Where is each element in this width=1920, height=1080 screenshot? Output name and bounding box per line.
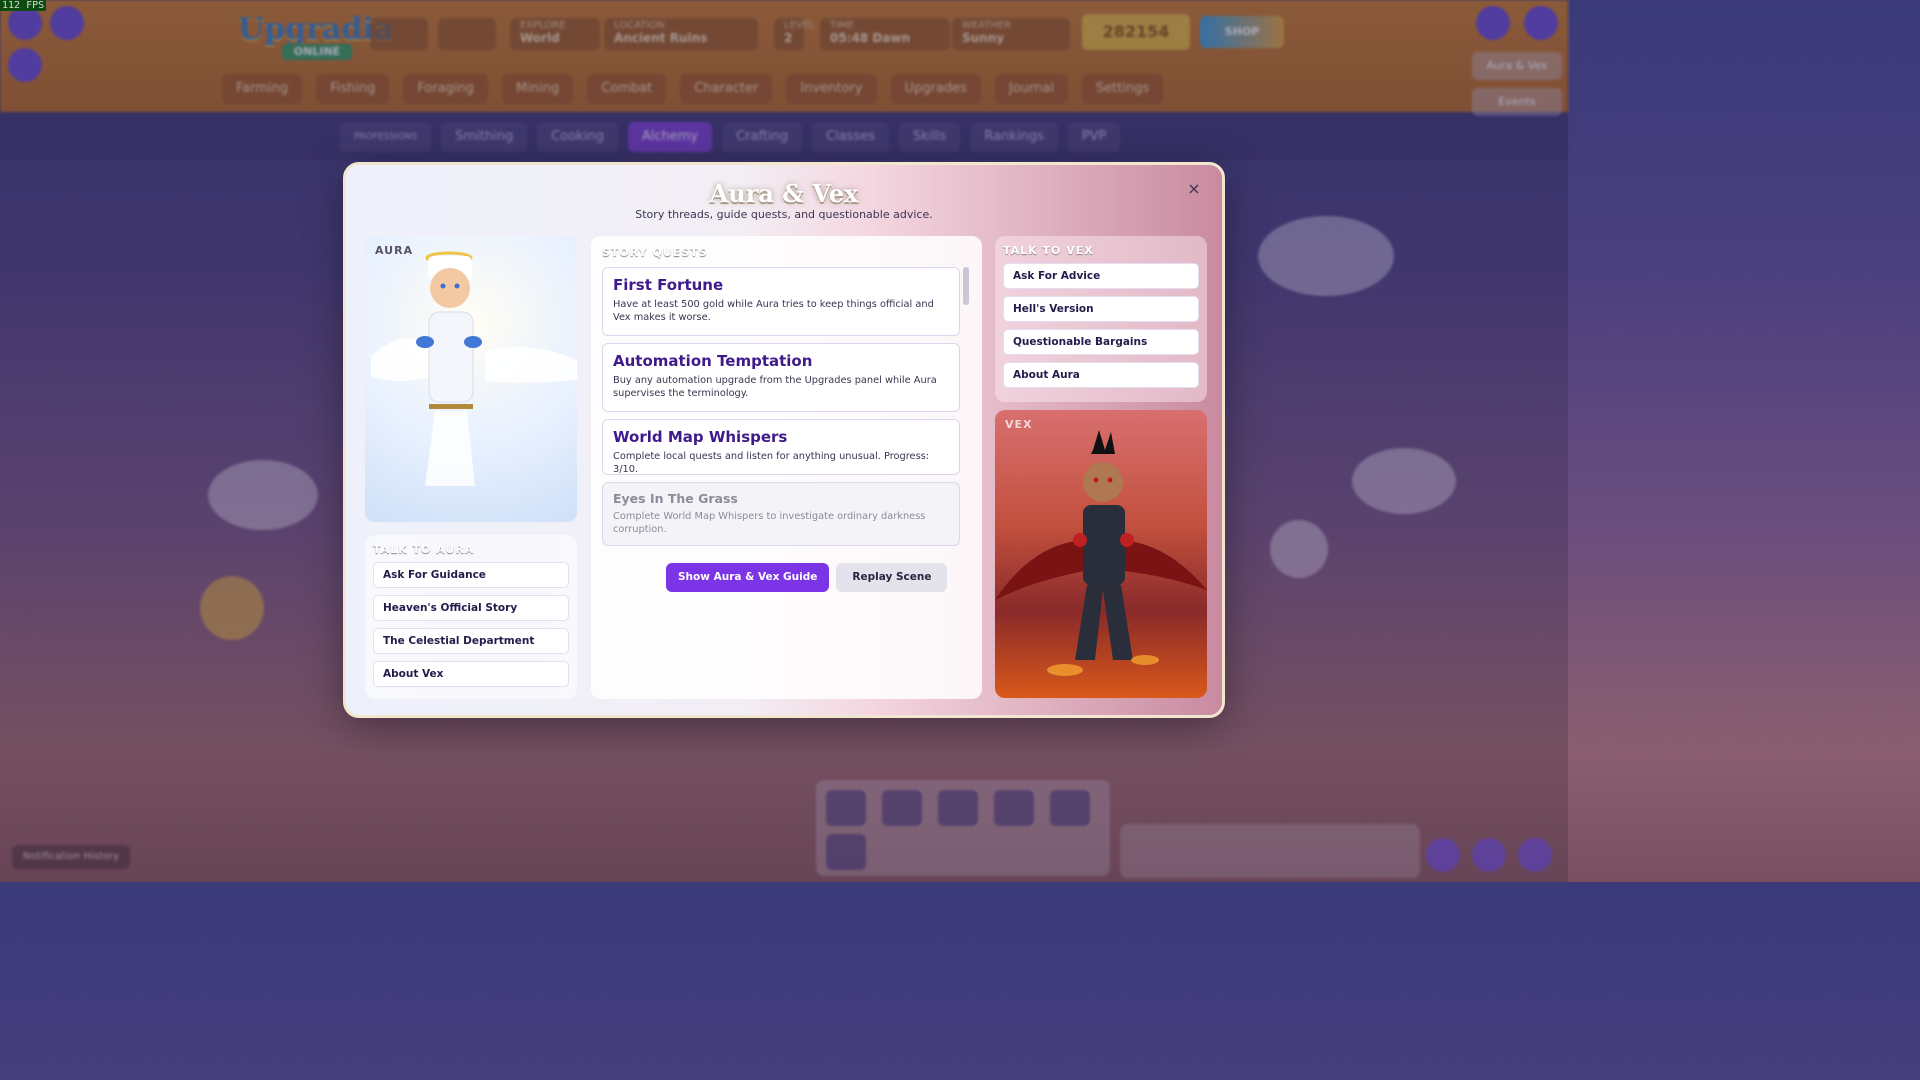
quest-description: Complete local quests and listen for any… xyxy=(613,451,930,475)
quest-card[interactable]: First Fortune Have at least 500 gold whi… xyxy=(602,267,960,336)
quest-card-locked: Eyes In The Grass Complete World Map Whi… xyxy=(602,482,960,546)
show-guide-button[interactable]: Show Aura & Vex Guide xyxy=(666,563,830,592)
vex-label: VEX xyxy=(1005,418,1033,431)
story-quests-panel: STORY QUESTS First Fortune Have at least… xyxy=(591,236,982,699)
ask-for-guidance-button[interactable]: Ask For Guidance xyxy=(373,562,569,588)
questionable-bargains-button[interactable]: Questionable Bargains xyxy=(1003,329,1199,355)
dialog-title: Aura & Vex xyxy=(709,179,859,208)
vex-character-image xyxy=(995,430,1207,676)
replay-scene-button[interactable]: Replay Scene xyxy=(836,563,948,592)
talk-to-vex-title: TALK TO VEX xyxy=(1003,244,1094,257)
quest-description: Buy any automation upgrade from the Upgr… xyxy=(613,375,937,399)
aura-label: AURA xyxy=(375,244,414,257)
talk-to-aura-title: TALK TO AURA xyxy=(373,543,475,556)
quest-list: First Fortune Have at least 500 gold whi… xyxy=(602,267,960,553)
quest-name: World Map Whispers xyxy=(613,428,788,446)
dialog-subtitle: Story threads, guide quests, and questio… xyxy=(635,208,933,221)
hells-version-button[interactable]: Hell's Version xyxy=(1003,296,1199,322)
quest-name: Automation Temptation xyxy=(613,352,813,370)
quest-name: First Fortune xyxy=(613,276,724,294)
aura-vex-dialog: Aura & Vex Story threads, guide quests, … xyxy=(343,162,1225,718)
story-quests-title: STORY QUESTS xyxy=(602,246,708,259)
quest-description: Have at least 500 gold while Aura tries … xyxy=(613,299,934,323)
quest-actions: Show Aura & Vex Guide Replay Scene xyxy=(666,563,948,592)
quest-card[interactable]: World Map Whispers Complete local quests… xyxy=(602,419,960,475)
vex-portrait: VEX xyxy=(995,410,1207,698)
aura-portrait: AURA xyxy=(365,236,577,522)
celestial-department-button[interactable]: The Celestial Department xyxy=(373,628,569,654)
quest-list-scrollbar[interactable] xyxy=(963,267,969,305)
talk-to-aura-panel: TALK TO AURA Ask For Guidance Heaven's O… xyxy=(365,535,577,699)
heavens-official-story-button[interactable]: Heaven's Official Story xyxy=(373,595,569,621)
talk-to-vex-panel: TALK TO VEX Ask For Advice Hell's Versio… xyxy=(995,236,1207,402)
about-vex-button[interactable]: About Vex xyxy=(373,661,569,687)
about-aura-button[interactable]: About Aura xyxy=(1003,362,1199,388)
quest-card[interactable]: Automation Temptation Buy any automation… xyxy=(602,343,960,412)
quest-description: Complete World Map Whispers to investiga… xyxy=(613,511,926,535)
close-button[interactable]: × xyxy=(1184,179,1204,199)
aura-character-image xyxy=(371,251,577,486)
quest-name: Eyes In The Grass xyxy=(613,491,738,506)
ask-for-advice-button[interactable]: Ask For Advice xyxy=(1003,263,1199,289)
